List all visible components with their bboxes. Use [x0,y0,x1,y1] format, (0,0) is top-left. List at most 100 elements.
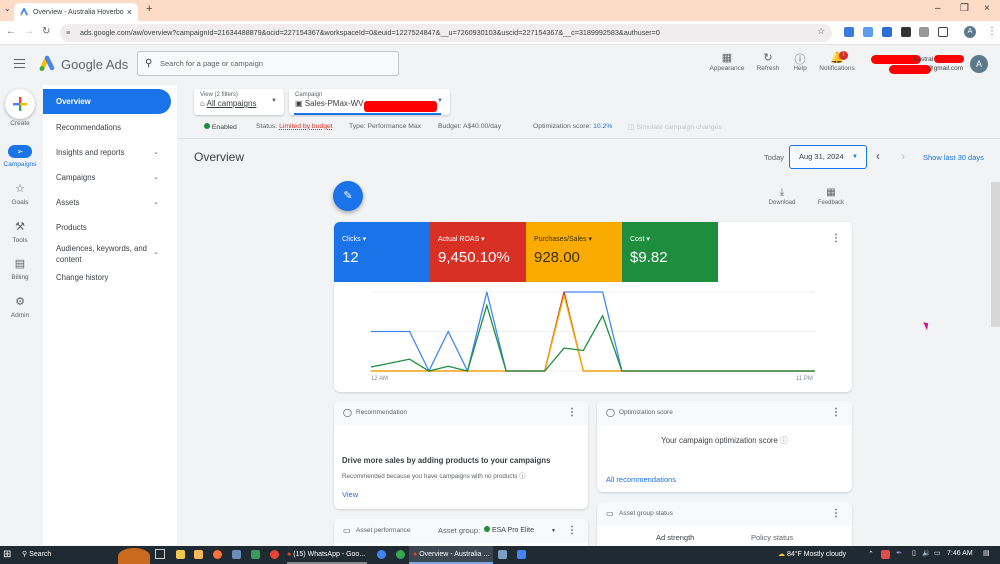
firefox-icon[interactable] [213,550,222,559]
sidenav-item-campaigns[interactable]: Campaigns ⌄ [43,173,171,182]
sidenav-item-products[interactable]: Products [43,223,171,232]
help-icon[interactable]: ⓘ [519,473,525,480]
metric-label[interactable]: Cost ▾ [630,235,710,243]
asset-group-dropdown[interactable]: ESA Pro Elite ▼ [484,519,556,543]
metric-label[interactable]: Purchases/Sales ▾ [534,235,614,243]
metric-tile-purchases-sales[interactable]: Purchases/Sales ▾ 928.00 [526,222,622,282]
all-recommendations-link[interactable]: All recommendations [606,475,676,484]
weather-widget[interactable]: ☁ 84°F Mostly cloudy [778,550,846,558]
tray-app-icon[interactable] [881,550,890,559]
sidenav-item-change-history[interactable]: Change history [43,273,171,282]
notification-center-icon[interactable]: ▤ [983,549,990,557]
date-range-picker[interactable]: Aug 31, 2024 ▼ [789,145,867,169]
more-options-icon[interactable]: ⋮ [567,519,577,543]
volume-icon[interactable]: 🔉 [922,549,931,557]
help-icon[interactable]: ⓘ [780,436,788,445]
app-icon[interactable] [498,550,507,559]
next-date-icon[interactable]: › [901,149,905,163]
browser-tab[interactable]: Overview - Australia Hoverbo × [14,3,138,21]
chrome-icon[interactable] [270,550,279,559]
page-scrollbar[interactable] [991,182,1000,327]
back-icon[interactable]: ← [6,26,16,37]
close-tab-icon[interactable]: × [127,7,132,17]
app-icon[interactable] [194,550,203,559]
app-icon[interactable] [232,550,241,559]
taskbar-whatsapp[interactable]: ● (15) WhatsApp - Goo... [287,546,367,564]
download-icon: ⤓ [779,187,785,198]
forward-icon[interactable]: → [24,26,34,37]
appearance-button[interactable]: ▦ Appearance [705,51,749,72]
bookmark-star-icon[interactable]: ☆ [817,26,825,37]
simulate-button[interactable]: ◫ Simulate campaign changes [628,123,722,131]
status-value-link[interactable]: Limited by budget [279,123,333,130]
sidenav-label: Change history [56,273,109,282]
chrome-icon[interactable] [396,550,405,559]
edit-fab-button[interactable]: ✎ [333,181,363,211]
view-filter-dropdown[interactable]: View (2 filters) ⌂ All campaigns ▼ [194,89,284,115]
download-button[interactable]: ⤓ Download [762,187,802,206]
extension-icon[interactable] [863,27,873,37]
profile-avatar[interactable]: A [964,26,976,38]
site-info-icon[interactable]: ≡ [66,24,78,42]
file-explorer-icon[interactable] [176,550,185,559]
metric-tile-actual-roas[interactable]: Actual ROAS ▾ 9,450.10% [430,222,526,282]
rail-item-goals[interactable]: ☆ Goals [0,182,40,206]
rail-item-billing[interactable]: ▤ Billing [0,257,40,281]
battery-icon[interactable]: ▯ [912,549,916,557]
url-field[interactable]: ≡ ads.google.com/aw/overview?campaignId=… [60,24,832,42]
reload-icon[interactable]: ↻ [42,26,50,37]
date-value: Aug 31, 2024 [799,152,844,161]
tab-search-icon[interactable]: ⌄ [4,4,11,13]
create-button[interactable] [5,89,35,119]
sidenav-item-audiences[interactable]: Audiences, keywords, and content ⌄ [43,243,171,266]
notifications-button[interactable]: 🔔! Notifications [815,51,859,72]
metric-label[interactable]: Actual ROAS ▾ [438,235,518,243]
rail-item-admin[interactable]: ⚙ Admin [0,295,40,319]
extension-icon[interactable] [844,27,854,37]
feedback-button[interactable]: ▦ Feedback [811,187,851,206]
clock[interactable]: 7:46 AM [947,550,973,557]
robot-extension-icon[interactable] [901,27,911,37]
search-input[interactable]: ⚲ Search for a page or campaign [137,51,399,76]
chrome-icon[interactable] [377,550,386,559]
pen-icon[interactable]: ✒ [896,549,902,557]
google-ads-app-icon[interactable] [517,550,526,559]
sidenav-item-overview[interactable]: Overview [43,89,171,114]
taskbar-chrome-overview[interactable]: ● Overview - Australia ... [409,546,493,564]
rail-item-campaigns[interactable]: ➢ Campaigns [0,145,40,168]
metric-label[interactable]: Clicks ▾ [342,235,422,243]
prev-date-icon[interactable]: ‹ [876,149,880,163]
sidenav-item-assets[interactable]: Assets ⌄ [43,198,171,207]
excel-icon[interactable] [251,550,260,559]
more-options-icon[interactable]: ⋮ [567,401,577,425]
more-options-icon[interactable]: ⋮ [831,233,841,244]
puzzle-extensions-icon[interactable] [938,27,948,37]
hamburger-menu-icon[interactable] [14,59,25,68]
avatar[interactable]: A [970,55,988,73]
restore-icon[interactable]: ❐ [960,3,969,14]
minimize-icon[interactable]: – [935,3,941,14]
opt-value-link[interactable]: 10.2% [593,123,612,130]
campaign-value: Sales-PMax-WV [304,99,364,108]
rail-create-label[interactable]: Create [0,120,40,127]
more-options-icon[interactable]: ⋮ [831,401,841,425]
new-tab-icon[interactable]: + [146,3,152,15]
camera-extension-icon[interactable] [919,27,929,37]
network-icon[interactable]: ▭ [934,549,941,557]
sidenav-item-insights[interactable]: Insights and reports ⌄ [43,148,171,157]
more-options-icon[interactable]: ⋮ [831,502,841,526]
rail-item-tools[interactable]: ⚒ Tools [0,220,40,244]
task-view-icon[interactable] [155,549,165,559]
metric-tile-cost[interactable]: Cost ▾ $9.82 [622,222,718,282]
taskbar-widget-image[interactable] [118,548,150,564]
browser-menu-icon[interactable]: ⋮ [987,26,997,37]
sidenav-item-recommendations[interactable]: Recommendations [43,123,171,132]
windows-start-icon[interactable]: ⊞ [3,549,11,560]
view-recommendation-link[interactable]: View [342,490,358,499]
tray-chevron-icon[interactable]: ⌃ [868,550,874,558]
metric-tile-clicks[interactable]: Clicks ▾ 12 [334,222,430,282]
close-window-icon[interactable]: × [984,3,990,14]
taskbar-search[interactable]: ⚲ Search [22,550,51,558]
extension-icon[interactable] [882,27,892,37]
show-last-30-days-link[interactable]: Show last 30 days [923,153,984,162]
